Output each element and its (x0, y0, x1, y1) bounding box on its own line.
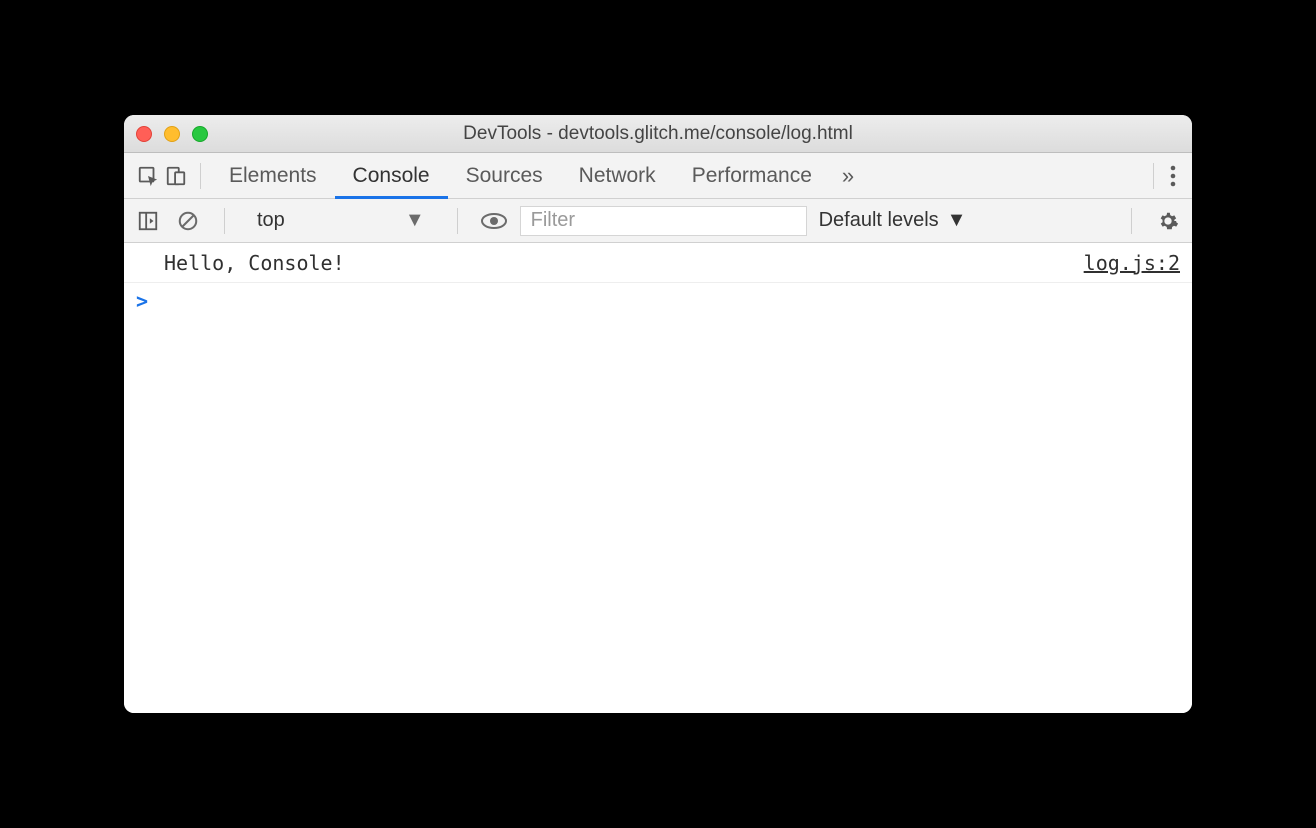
tab-label: Sources (466, 164, 543, 188)
log-source-link[interactable]: log.js:2 (1084, 251, 1180, 275)
zoom-window-button[interactable] (192, 126, 208, 142)
console-prompt[interactable]: > (124, 283, 1192, 319)
tab-label: Elements (229, 164, 317, 188)
log-message: Hello, Console! (164, 251, 345, 275)
context-label: top (257, 209, 285, 232)
tab-console[interactable]: Console (335, 153, 448, 198)
more-tabs-button[interactable]: » (830, 163, 866, 189)
chevron-down-icon: ▼ (947, 209, 967, 232)
filter-input[interactable] (520, 206, 807, 236)
console-toolbar: top ▼ Default levels ▼ (124, 199, 1192, 243)
panel-tabstrip: Elements Console Sources Network Perform… (124, 153, 1192, 199)
toggle-device-toolbar-icon[interactable] (162, 162, 190, 190)
window-title: DevTools - devtools.glitch.me/console/lo… (124, 123, 1192, 145)
console-output: Hello, Console! log.js:2 > (124, 243, 1192, 713)
divider (1131, 208, 1132, 234)
execution-context-selector[interactable]: top ▼ (247, 206, 435, 236)
divider (200, 163, 201, 189)
live-expression-icon[interactable] (480, 207, 508, 235)
tab-elements[interactable]: Elements (211, 153, 335, 198)
clear-console-icon[interactable] (174, 207, 202, 235)
prompt-caret: > (136, 289, 148, 313)
panel-tabs: Elements Console Sources Network Perform… (211, 153, 830, 198)
close-window-button[interactable] (136, 126, 152, 142)
divider (224, 208, 225, 234)
tab-label: Performance (692, 164, 812, 188)
devtools-menu-button[interactable] (1164, 165, 1182, 187)
toggle-console-sidebar-icon[interactable] (134, 207, 162, 235)
log-entry: Hello, Console! log.js:2 (124, 243, 1192, 283)
tab-label: Network (579, 164, 656, 188)
inspect-element-icon[interactable] (134, 162, 162, 190)
levels-label: Default levels (819, 209, 939, 232)
console-settings-icon[interactable] (1154, 207, 1182, 235)
divider (457, 208, 458, 234)
tab-label: Console (353, 164, 430, 188)
traffic-lights (136, 126, 208, 142)
minimize-window-button[interactable] (164, 126, 180, 142)
tab-sources[interactable]: Sources (448, 153, 561, 198)
log-level-selector[interactable]: Default levels ▼ (819, 209, 967, 232)
divider (1153, 163, 1154, 189)
titlebar: DevTools - devtools.glitch.me/console/lo… (124, 115, 1192, 153)
chevron-down-icon: ▼ (405, 209, 425, 232)
devtools-window: DevTools - devtools.glitch.me/console/lo… (124, 115, 1192, 713)
tab-network[interactable]: Network (561, 153, 674, 198)
tab-performance[interactable]: Performance (674, 153, 830, 198)
